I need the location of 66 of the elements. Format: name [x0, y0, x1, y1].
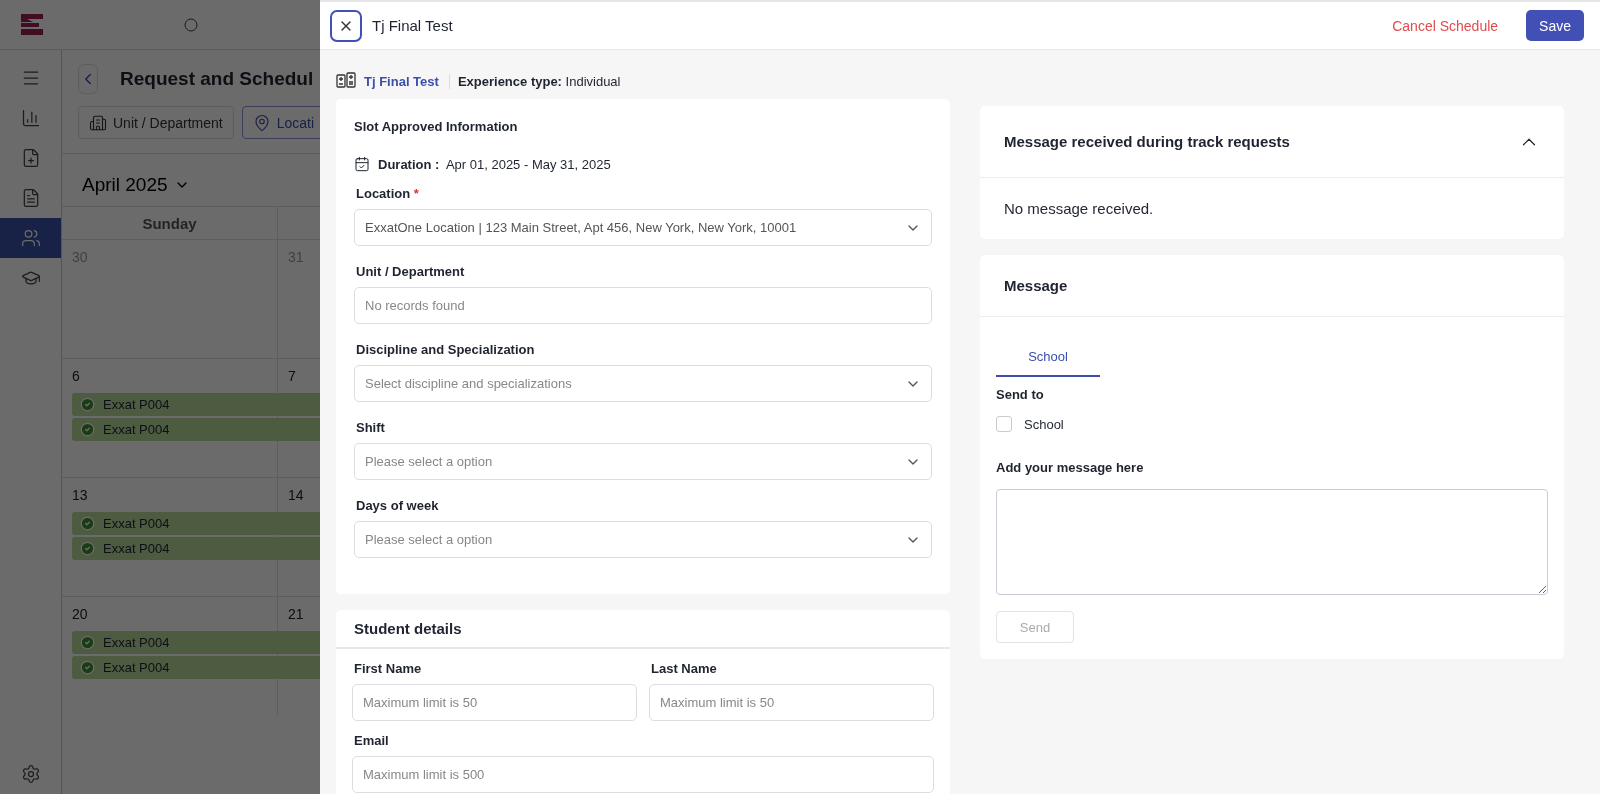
day-number: 14 — [288, 487, 304, 503]
building-icon — [89, 113, 107, 132]
check-circle-icon — [80, 635, 95, 650]
select-field[interactable]: Please select a option — [354, 521, 932, 558]
drawer-title: Tj Final Test — [372, 17, 454, 34]
input-field[interactable]: No records found — [354, 287, 932, 324]
experience-type: Experience type: Individual — [457, 73, 621, 89]
filter-button[interactable]: Unit / Department — [78, 106, 234, 139]
check-circle-icon — [80, 516, 95, 531]
message-text: No message received. — [1003, 199, 1155, 219]
input-field[interactable]: Maximum limit is 500 — [352, 756, 934, 793]
select-field[interactable]: Please select a option — [354, 443, 932, 480]
card-title: Message received during track requests — [1004, 133, 1290, 150]
close-button[interactable] — [330, 9, 362, 42]
field-label: First Name — [354, 661, 423, 676]
duration: Duration : Apr 01, 2025 - May 31, 2025 — [378, 156, 611, 172]
field-label: Location * — [356, 186, 420, 201]
section-title: Slot Approved Information — [354, 119, 519, 134]
select-field[interactable]: ExxatOne Location | 123 Main Street, Apt 456, New York, New York, 10001 — [354, 209, 932, 246]
checkbox[interactable] — [996, 416, 1012, 432]
day-number: 20 — [72, 606, 88, 622]
page-title: Request and Schedul — [120, 68, 314, 90]
field-label: Last Name — [651, 661, 718, 676]
field-label: Unit / Department — [356, 264, 466, 279]
checkbox-label: School — [1024, 416, 1064, 432]
check-circle-icon — [80, 541, 95, 556]
calendar-icon — [354, 156, 370, 172]
field-label: Email — [354, 733, 390, 748]
tab[interactable]: School — [996, 337, 1100, 377]
check-circle-icon — [80, 422, 95, 437]
event-bar[interactable]: Exxat P004 — [72, 631, 320, 654]
save-button[interactable]: Save — [1526, 10, 1584, 41]
map-pin-icon — [252, 113, 271, 132]
day-number: 7 — [288, 368, 296, 384]
settings-icon[interactable] — [20, 764, 41, 784]
message-input[interactable] — [996, 489, 1548, 595]
select-field[interactable]: Select discipline and specializations — [354, 365, 932, 402]
people-icon[interactable] — [20, 228, 41, 248]
event-bar[interactable]: Exxat P004 — [72, 537, 320, 560]
input-field[interactable]: Maximum limit is 50 — [352, 684, 637, 721]
nav-item[interactable] — [0, 218, 61, 258]
bar-chart-icon[interactable] — [20, 108, 41, 128]
check-circle-icon — [80, 660, 95, 675]
back-button[interactable] — [78, 64, 98, 94]
event-bar[interactable]: Exxat P004 — [72, 418, 320, 441]
field-label: Days of week — [356, 498, 440, 513]
check-circle-icon — [80, 397, 95, 412]
filter-button[interactable]: Locati — [241, 106, 320, 139]
day-number: 21 — [288, 606, 304, 622]
event-bar[interactable]: Exxat P004 — [72, 656, 320, 679]
cancel-schedule-button[interactable]: Cancel Schedule — [1386, 16, 1505, 35]
event-bar[interactable]: Exxat P004 — [72, 393, 320, 416]
month-selector[interactable]: April 2025 — [82, 174, 190, 196]
input-field[interactable]: Maximum limit is 50 — [649, 684, 934, 721]
day-number: 13 — [72, 487, 88, 503]
experience-link[interactable]: Tj Final Test — [364, 73, 450, 89]
section-header: Student details — [336, 610, 950, 649]
field-label: Shift — [356, 420, 386, 435]
event-bar[interactable]: Exxat P004 — [72, 512, 320, 535]
id-card-icon — [336, 72, 356, 90]
field-label: Discipline and Specialization — [356, 342, 536, 357]
field-label: Add your message here — [996, 460, 1145, 475]
day-number: 6 — [72, 368, 80, 384]
weekday-header: Sunday — [62, 206, 278, 239]
card-title: Message — [1004, 277, 1068, 294]
send-to-label: Send to — [996, 387, 1045, 402]
